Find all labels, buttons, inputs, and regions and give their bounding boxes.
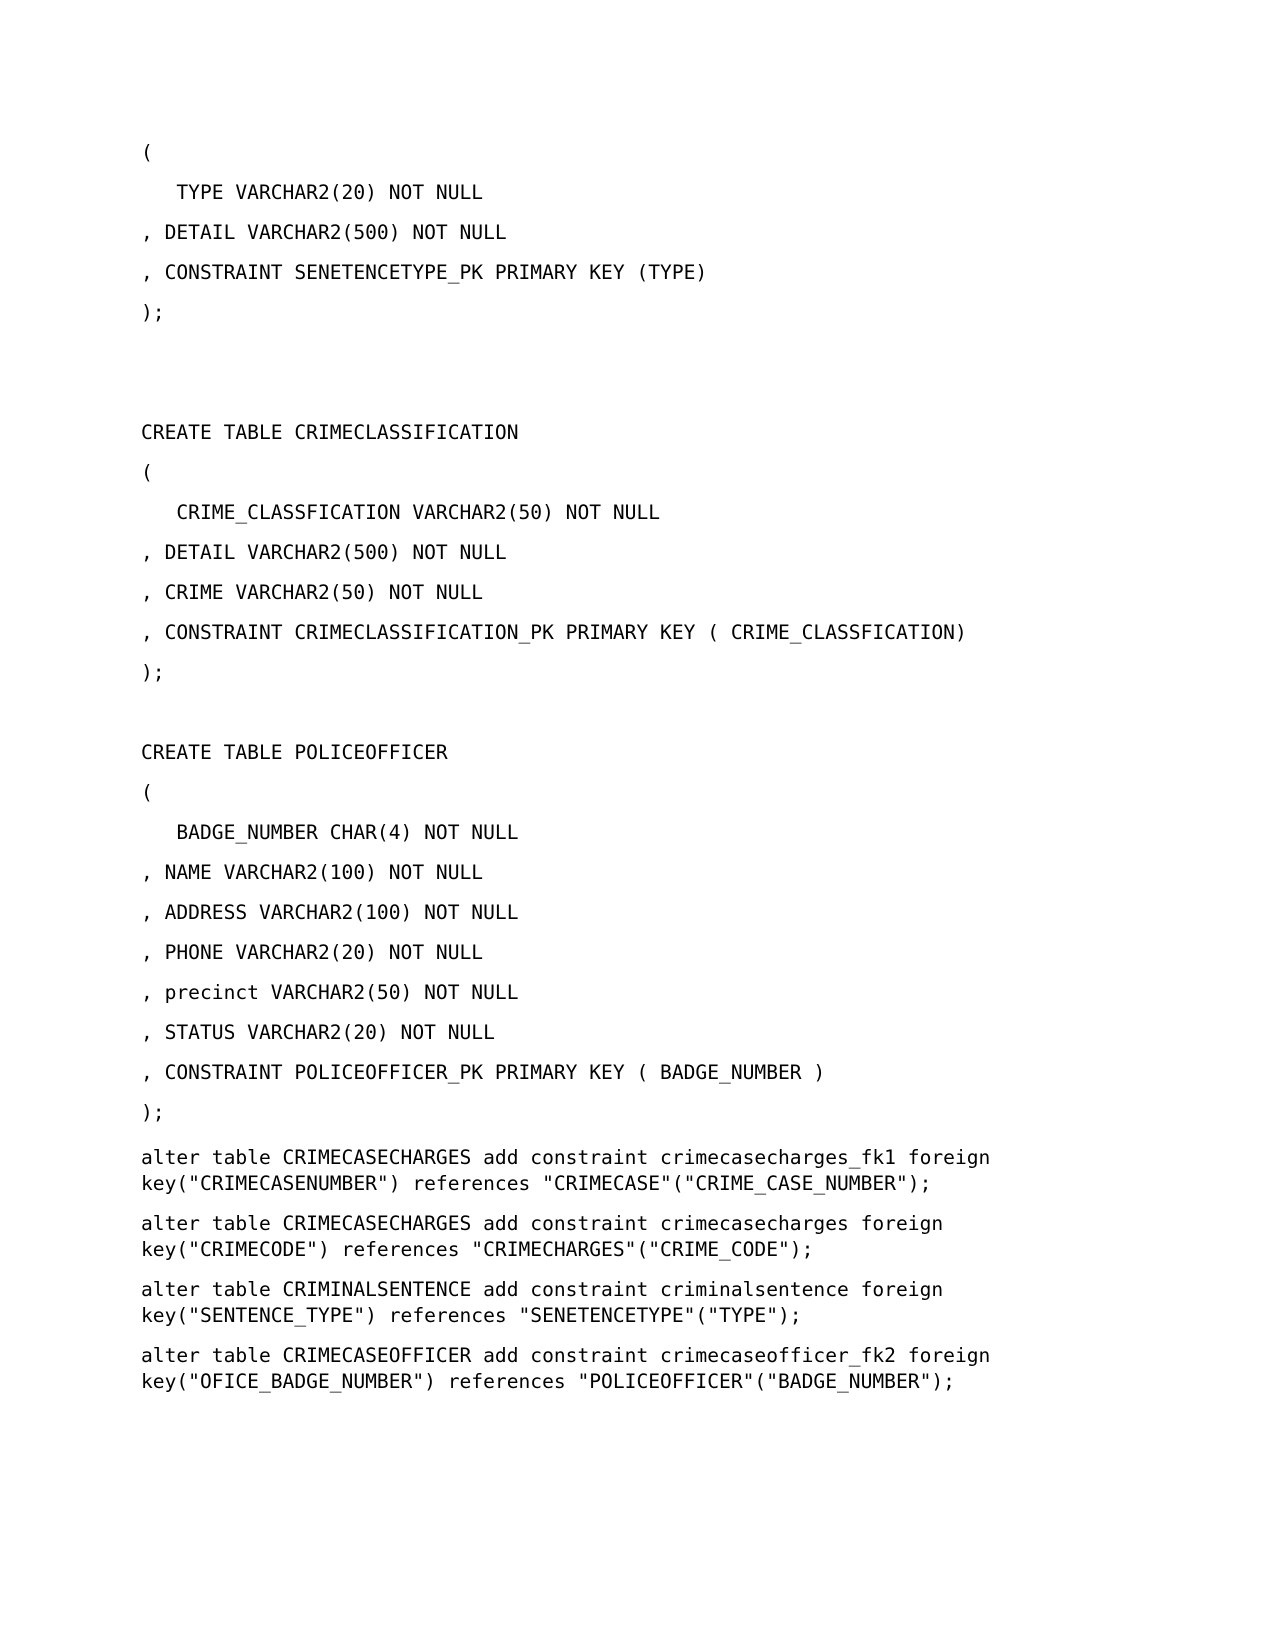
sql-line: TYPE VARCHAR2(20) NOT NULL — [141, 181, 484, 204]
alter-statement: alter table CRIMECASEOFFICER add constra… — [141, 1344, 1003, 1393]
document-page: ( TYPE VARCHAR2(20) NOT NULL , DETAIL VAR… — [0, 0, 1275, 1651]
sql-line: ); — [141, 1101, 165, 1124]
sql-line: ); — [141, 301, 165, 324]
sql-line: , ADDRESS VARCHAR2(100) NOT NULL — [141, 901, 519, 924]
sql-line: , STATUS VARCHAR2(20) NOT NULL — [141, 1021, 495, 1044]
sql-line: , NAME VARCHAR2(100) NOT NULL — [141, 861, 484, 884]
alter-table-section: alter table CRIMECASECHARGES add constra… — [141, 1145, 1141, 1395]
sql-line: , CONSTRAINT CRIMECLASSIFICATION_PK PRIM… — [141, 621, 967, 644]
sql-line: , CONSTRAINT POLICEOFFICER_PK PRIMARY KE… — [141, 1061, 826, 1084]
sql-line: CREATE TABLE POLICEOFFICER — [141, 741, 448, 764]
sql-script-content: ( TYPE VARCHAR2(20) NOT NULL , DETAIL VAR… — [141, 133, 1141, 1409]
create-table-section: ( TYPE VARCHAR2(20) NOT NULL , DETAIL VAR… — [141, 133, 1141, 1133]
sql-line: ( — [141, 141, 153, 164]
sql-line: , precinct VARCHAR2(50) NOT NULL — [141, 981, 519, 1004]
sql-line: , CONSTRAINT SENETENCETYPE_PK PRIMARY KE… — [141, 261, 708, 284]
sql-line: , DETAIL VARCHAR2(500) NOT NULL — [141, 221, 507, 244]
sql-line: ( — [141, 461, 153, 484]
sql-line: , DETAIL VARCHAR2(500) NOT NULL — [141, 541, 507, 564]
sql-line: BADGE_NUMBER CHAR(4) NOT NULL — [141, 821, 519, 844]
sql-line: CREATE TABLE CRIMECLASSIFICATION — [141, 421, 519, 444]
sql-line: , PHONE VARCHAR2(20) NOT NULL — [141, 941, 484, 964]
alter-statement: alter table CRIMECASECHARGES add constra… — [141, 1146, 1003, 1195]
alter-statement: alter table CRIMECASECHARGES add constra… — [141, 1212, 955, 1261]
sql-line: , CRIME VARCHAR2(50) NOT NULL — [141, 581, 484, 604]
sql-line: ); — [141, 661, 165, 684]
sql-line: CRIME_CLASSFICATION VARCHAR2(50) NOT NUL… — [141, 501, 661, 524]
sql-line: ( — [141, 781, 153, 804]
alter-statement: alter table CRIMINALSENTENCE add constra… — [141, 1278, 955, 1327]
